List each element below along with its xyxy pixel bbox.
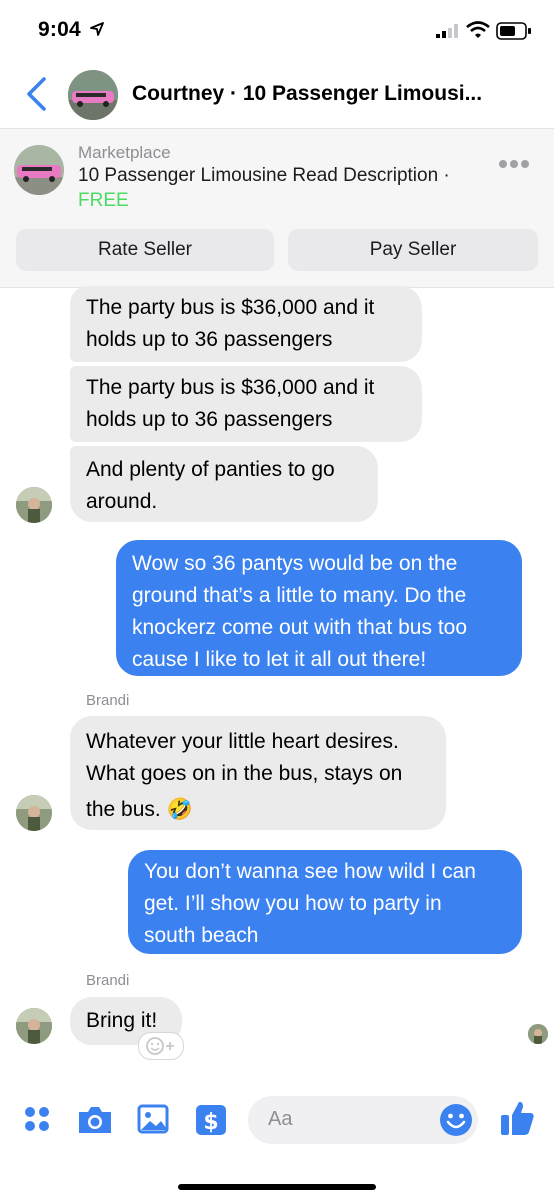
home-indicator [178, 1184, 376, 1190]
message-line: cause I like to let it all out there! [132, 648, 427, 671]
add-reaction-icon [146, 1037, 174, 1055]
marketplace-label: Marketplace [78, 143, 171, 162]
message-composer: $ Aa [0, 1086, 554, 1156]
status-bar: 9:04 [0, 0, 554, 62]
message-line: holds up to 36 passengers [86, 328, 333, 351]
signal-icon [436, 24, 458, 38]
thumbs-up-icon[interactable] [498, 1098, 536, 1138]
camera-icon[interactable] [76, 1102, 114, 1138]
sender-avatar[interactable] [16, 795, 52, 831]
message-input[interactable]: Aa [248, 1096, 478, 1144]
rate-seller-button[interactable]: Rate Seller [16, 229, 274, 271]
message-line: The party bus is $36,000 and it [86, 376, 375, 399]
sender-name: Brandi [86, 692, 130, 709]
svg-text:$: $ [203, 1110, 218, 1135]
back-chevron-icon[interactable] [22, 76, 52, 112]
message-input-placeholder: Aa [268, 1108, 293, 1130]
message-line: And plenty of panties to go [86, 458, 335, 481]
message-bubble-outgoing[interactable]: You don’t wanna see how wild I can get. … [128, 850, 522, 954]
message-line: the bus. 🤣 [86, 798, 193, 821]
listing-title[interactable]: 10 Passenger Limousine Read Description … [78, 165, 450, 187]
sender-avatar[interactable] [16, 1008, 52, 1044]
more-dots-icon[interactable] [498, 159, 530, 169]
message-line: south beach [144, 924, 259, 947]
status-time: 9:04 [38, 18, 81, 41]
gallery-icon[interactable] [136, 1102, 170, 1138]
apps-icon[interactable] [22, 1102, 52, 1138]
conversation-title[interactable]: Courtney · 10 Passenger Limousi... [132, 82, 532, 106]
message-line: You don’t wanna see how wild I can [144, 860, 476, 883]
sender-name: Brandi [86, 972, 130, 989]
wifi-icon [466, 21, 490, 38]
message-line: get. I’ll show you how to party in [144, 892, 442, 915]
message-bubble-outgoing[interactable]: Wow so 36 pantys would be on the ground … [116, 540, 522, 676]
location-arrow-icon [90, 22, 104, 36]
listing-thumbnail[interactable] [14, 145, 64, 195]
message-bubble-incoming[interactable]: Whatever your little heart desires. What… [70, 716, 446, 830]
battery-icon [496, 22, 531, 40]
message-bubble-incoming[interactable]: The party bus is $36,000 and it holds up… [70, 366, 422, 442]
message-line: What goes on in the bus, stays on [86, 762, 403, 785]
listing-price: FREE [78, 190, 129, 211]
message-line: around. [86, 490, 158, 513]
seller-avatar[interactable] [68, 70, 118, 120]
message-line: ground that’s a little to many. Do the [132, 584, 467, 607]
message-line: Wow so 36 pantys would be on the [132, 552, 458, 575]
message-line: Whatever your little heart desires. [86, 730, 399, 753]
marketplace-card: Marketplace 10 Passenger Limousine Read … [0, 128, 554, 288]
message-bubble-incoming[interactable]: And plenty of panties to go around. [70, 446, 378, 522]
sender-avatar[interactable] [16, 487, 52, 523]
message-line: knockerz come out with that bus too [132, 616, 468, 639]
payment-icon[interactable]: $ [194, 1102, 228, 1138]
conversation-header: Courtney · 10 Passenger Limousi... [0, 62, 554, 128]
emoji-icon[interactable] [438, 1102, 474, 1138]
pay-seller-button[interactable]: Pay Seller [288, 229, 538, 271]
message-line: The party bus is $36,000 and it [86, 296, 375, 319]
message-line: holds up to 36 passengers [86, 408, 333, 431]
message-bubble-incoming[interactable]: The party bus is $36,000 and it holds up… [70, 286, 422, 362]
add-reaction-button[interactable] [138, 1032, 184, 1060]
read-receipt-avatar [528, 1024, 548, 1044]
